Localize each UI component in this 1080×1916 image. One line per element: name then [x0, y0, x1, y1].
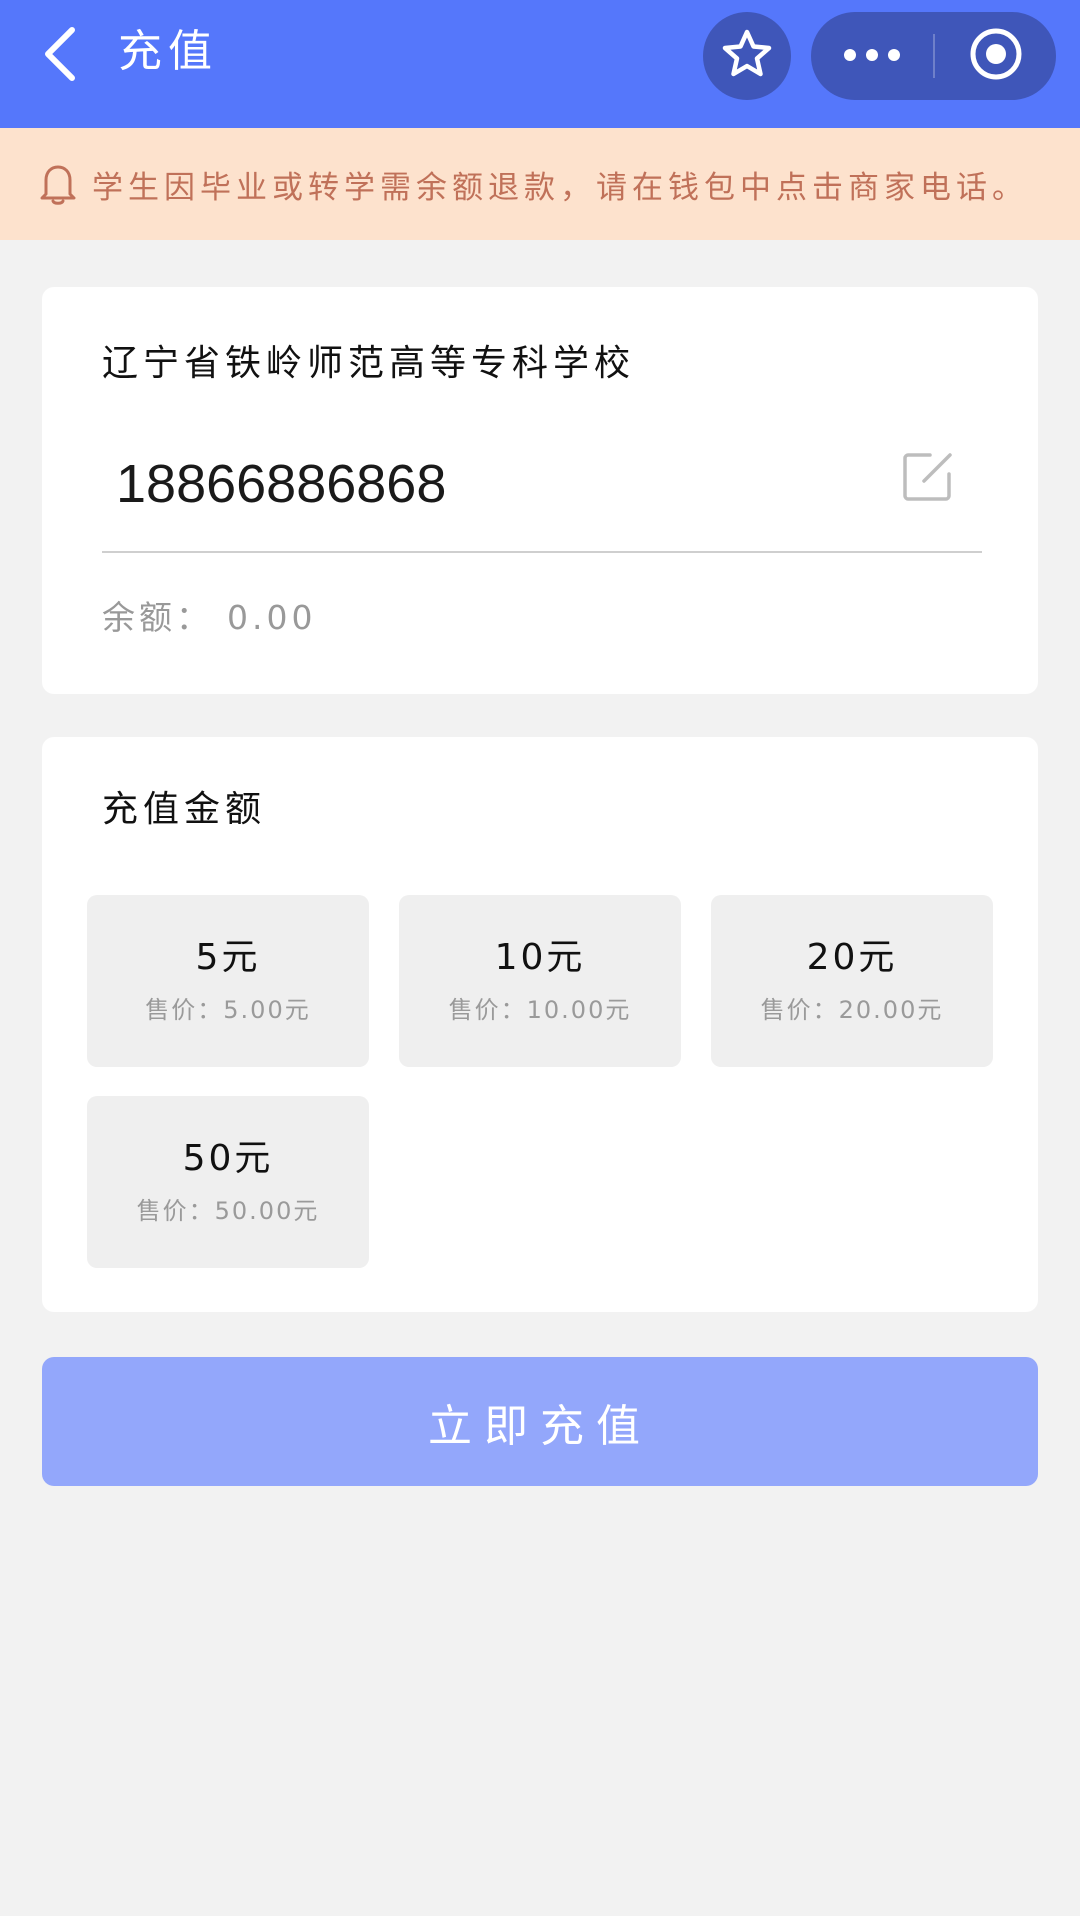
close-mini-program-button[interactable]: [935, 12, 1056, 100]
target-icon: [968, 26, 1024, 86]
refund-notice: 学生因毕业或转学需余额退款，请在钱包中点击商家电话。: [0, 128, 1080, 240]
option-price: 售价：10.00元: [448, 996, 632, 1024]
divider: [102, 551, 982, 553]
edit-phone-button[interactable]: [898, 449, 958, 509]
account-card: 辽宁省铁岭师范高等专科学校 18866886868 余额： 0.00: [42, 287, 1038, 694]
back-arrow-icon: [40, 25, 80, 87]
option-price: 售价：5.00元: [145, 996, 311, 1024]
amount-option-10[interactable]: 10元 售价：10.00元: [399, 895, 681, 1067]
mini-program-capsule: [811, 12, 1056, 100]
option-label: 50元: [182, 1138, 274, 1179]
more-button[interactable]: [811, 12, 933, 100]
bell-icon: [40, 162, 76, 206]
amount-option-20[interactable]: 20元 售价：20.00元: [711, 895, 993, 1067]
edit-icon: [900, 449, 956, 509]
balance-label: 余额：: [102, 598, 213, 637]
notice-text: 学生因毕业或转学需余额退款，请在钱包中点击商家电话。: [92, 169, 1028, 206]
option-label: 10元: [494, 937, 586, 978]
balance-value: 0.00: [227, 598, 317, 637]
amount-section-title: 充值金额: [102, 789, 267, 830]
option-label: 20元: [806, 937, 898, 978]
recharge-amount-card: 充值金额 5元 售价：5.00元 10元 售价：10.00元 20元 售价：20…: [42, 737, 1038, 1312]
recharge-now-button[interactable]: 立即充值: [42, 1357, 1038, 1486]
amount-option-50[interactable]: 50元 售价：50.00元: [87, 1096, 369, 1268]
navigation-bar: 充值: [0, 0, 1080, 128]
star-icon: [720, 27, 774, 85]
page-title: 充值: [118, 26, 218, 77]
back-button[interactable]: [30, 20, 90, 92]
option-price: 售价：50.00元: [136, 1197, 320, 1225]
recharge-now-label: 立即充值: [428, 1400, 652, 1452]
amount-option-5[interactable]: 5元 售价：5.00元: [87, 895, 369, 1067]
phone-number: 18866886868: [116, 454, 447, 514]
favorite-button[interactable]: [703, 12, 791, 100]
balance-row: 余额： 0.00: [102, 595, 316, 641]
option-price: 售价：20.00元: [760, 996, 944, 1024]
option-label: 5元: [195, 937, 261, 978]
school-name: 辽宁省铁岭师范高等专科学校: [102, 343, 636, 384]
more-dots-icon: [842, 47, 902, 66]
